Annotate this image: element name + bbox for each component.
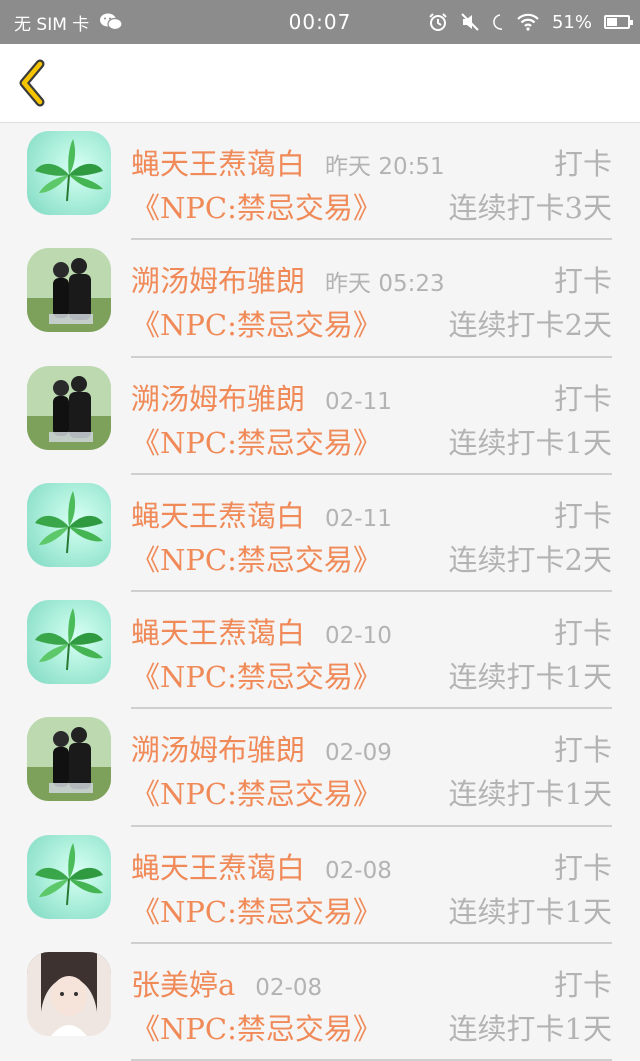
- list-item[interactable]: 蝇天王焘蔼白 02-10 打卡 《NPC:禁忌交易》 连续打卡1天: [0, 592, 640, 710]
- streak-count: 连续打卡3天: [448, 191, 612, 225]
- chevron-left-icon: [19, 59, 45, 107]
- moon-icon: [493, 14, 503, 30]
- streak-count: 连续打卡1天: [448, 660, 612, 695]
- checkin-label: 打卡: [553, 616, 612, 651]
- list-item[interactable]: 溯汤姆布骓朗 02-11 打卡 《NPC:禁忌交易》 连续打卡1天: [0, 358, 640, 475]
- status-right: 51%: [428, 0, 633, 44]
- row-header: 蝇天王焘蔼白 02-08: [131, 845, 392, 885]
- user-name[interactable]: 蝇天王焘蔼白: [131, 610, 305, 652]
- avatar[interactable]: [27, 952, 111, 1037]
- alarm-icon: [429, 13, 447, 31]
- row-header: 溯汤姆布骓朗 昨天 05:23: [131, 258, 445, 298]
- nav-bar: [0, 44, 640, 123]
- post-time: 02-08: [255, 975, 323, 1002]
- post-time: 02-10: [325, 623, 392, 650]
- checkin-label: 打卡: [553, 381, 612, 416]
- checkin-label: 打卡: [553, 850, 612, 885]
- row-header: 张美婷a 02-08: [131, 962, 322, 1002]
- girl-photo-icon: [27, 952, 111, 1037]
- row-header: 蝇天王焘蔼白 02-11: [131, 493, 392, 533]
- checkin-label: 打卡: [553, 968, 612, 1003]
- checkin-label: 打卡: [553, 498, 612, 533]
- streak-count: 连续打卡1天: [448, 777, 612, 812]
- avatar[interactable]: [27, 717, 111, 802]
- checkin-label: 打卡: [553, 147, 612, 181]
- book-title[interactable]: 《NPC:禁忌交易》: [131, 420, 382, 462]
- checkin-label: 打卡: [553, 733, 612, 768]
- book-title[interactable]: 《NPC:禁忌交易》: [131, 185, 382, 227]
- list-item[interactable]: 溯汤姆布骓朗 02-09 打卡 《NPC:禁忌交易》 连续打卡1天: [0, 709, 640, 827]
- battery-percent: 51%: [551, 11, 592, 33]
- book-title[interactable]: 《NPC:禁忌交易》: [131, 302, 382, 344]
- row-header: 溯汤姆布骓朗 02-09: [131, 727, 392, 767]
- post-time: 02-11: [325, 505, 392, 532]
- book-title[interactable]: 《NPC:禁忌交易》: [131, 654, 382, 696]
- user-name[interactable]: 蝇天王焘蔼白: [131, 493, 305, 535]
- wifi-icon: [517, 13, 539, 31]
- mute-icon: [461, 13, 479, 31]
- post-time: 02-08: [325, 857, 392, 884]
- list-item[interactable]: 溯汤姆布骓朗 昨天 05:23 打卡 《NPC:禁忌交易》 连续打卡2天: [0, 240, 640, 358]
- battery-icon: [604, 15, 633, 29]
- avatar[interactable]: [27, 834, 111, 919]
- streak-count: 连续打卡2天: [448, 542, 612, 577]
- user-name[interactable]: 蝇天王焘蔼白: [131, 845, 305, 887]
- streak-count: 连续打卡1天: [448, 894, 612, 929]
- leaf-icon: [35, 490, 103, 553]
- couple-photo-icon: [27, 365, 111, 450]
- avatar[interactable]: [27, 482, 111, 567]
- list-item[interactable]: 蝇天王焘蔼白 02-08 打卡 《NPC:禁忌交易》 连续打卡1天: [0, 827, 640, 945]
- avatar[interactable]: [27, 131, 111, 215]
- row-header: 蝇天王焘蔼白 02-10: [131, 610, 392, 650]
- battery-fill: [607, 18, 618, 26]
- post-time: 昨天 20:51: [325, 154, 445, 180]
- user-name[interactable]: 溯汤姆布骓朗: [131, 376, 305, 418]
- book-title[interactable]: 《NPC:禁忌交易》: [131, 1006, 382, 1048]
- leaf-icon: [35, 842, 103, 905]
- list-item[interactable]: 张美婷a 02-08 打卡 《NPC:禁忌交易》 连续打卡1天: [0, 944, 640, 1061]
- book-title[interactable]: 《NPC:禁忌交易》: [131, 889, 382, 931]
- streak-count: 连续打卡1天: [448, 425, 612, 460]
- avatar[interactable]: [27, 365, 111, 450]
- post-time: 昨天 05:23: [325, 271, 445, 298]
- checkin-label: 打卡: [553, 264, 612, 299]
- book-title[interactable]: 《NPC:禁忌交易》: [131, 771, 382, 813]
- avatar[interactable]: [27, 600, 111, 685]
- row-header: 溯汤姆布骓朗 02-11: [131, 376, 392, 416]
- list-item[interactable]: 蝇天王焘蔼白 昨天 20:51 打卡 《NPC:禁忌交易》 连续打卡3天: [0, 123, 640, 241]
- avatar[interactable]: [27, 248, 111, 333]
- book-title[interactable]: 《NPC:禁忌交易》: [131, 537, 382, 579]
- row-header: 蝇天王焘蔼白 昨天 20:51: [131, 141, 445, 181]
- user-name[interactable]: 张美婷a: [131, 962, 235, 1004]
- back-button[interactable]: [14, 58, 54, 108]
- streak-count: 连续打卡1天: [448, 1012, 612, 1047]
- user-name[interactable]: 蝇天王焘蔼白: [131, 141, 305, 183]
- leaf-icon: [35, 608, 103, 671]
- list-item[interactable]: 蝇天王焘蔼白 02-11 打卡 《NPC:禁忌交易》 连续打卡2天: [0, 475, 640, 593]
- status-bar: 无 SIM 卡 00:07 51%: [0, 0, 640, 44]
- leaf-icon: [35, 139, 103, 202]
- couple-photo-icon: [27, 717, 111, 802]
- post-time: 02-09: [325, 740, 392, 767]
- post-time: 02-11: [325, 388, 392, 415]
- checkin-list: 蝇天王焘蔼白 昨天 20:51 打卡 《NPC:禁忌交易》 连续打卡3天 溯汤姆…: [0, 123, 640, 1061]
- couple-photo-icon: [27, 248, 111, 333]
- user-name[interactable]: 溯汤姆布骓朗: [131, 727, 305, 769]
- streak-count: 连续打卡2天: [448, 308, 612, 343]
- user-name[interactable]: 溯汤姆布骓朗: [131, 258, 305, 300]
